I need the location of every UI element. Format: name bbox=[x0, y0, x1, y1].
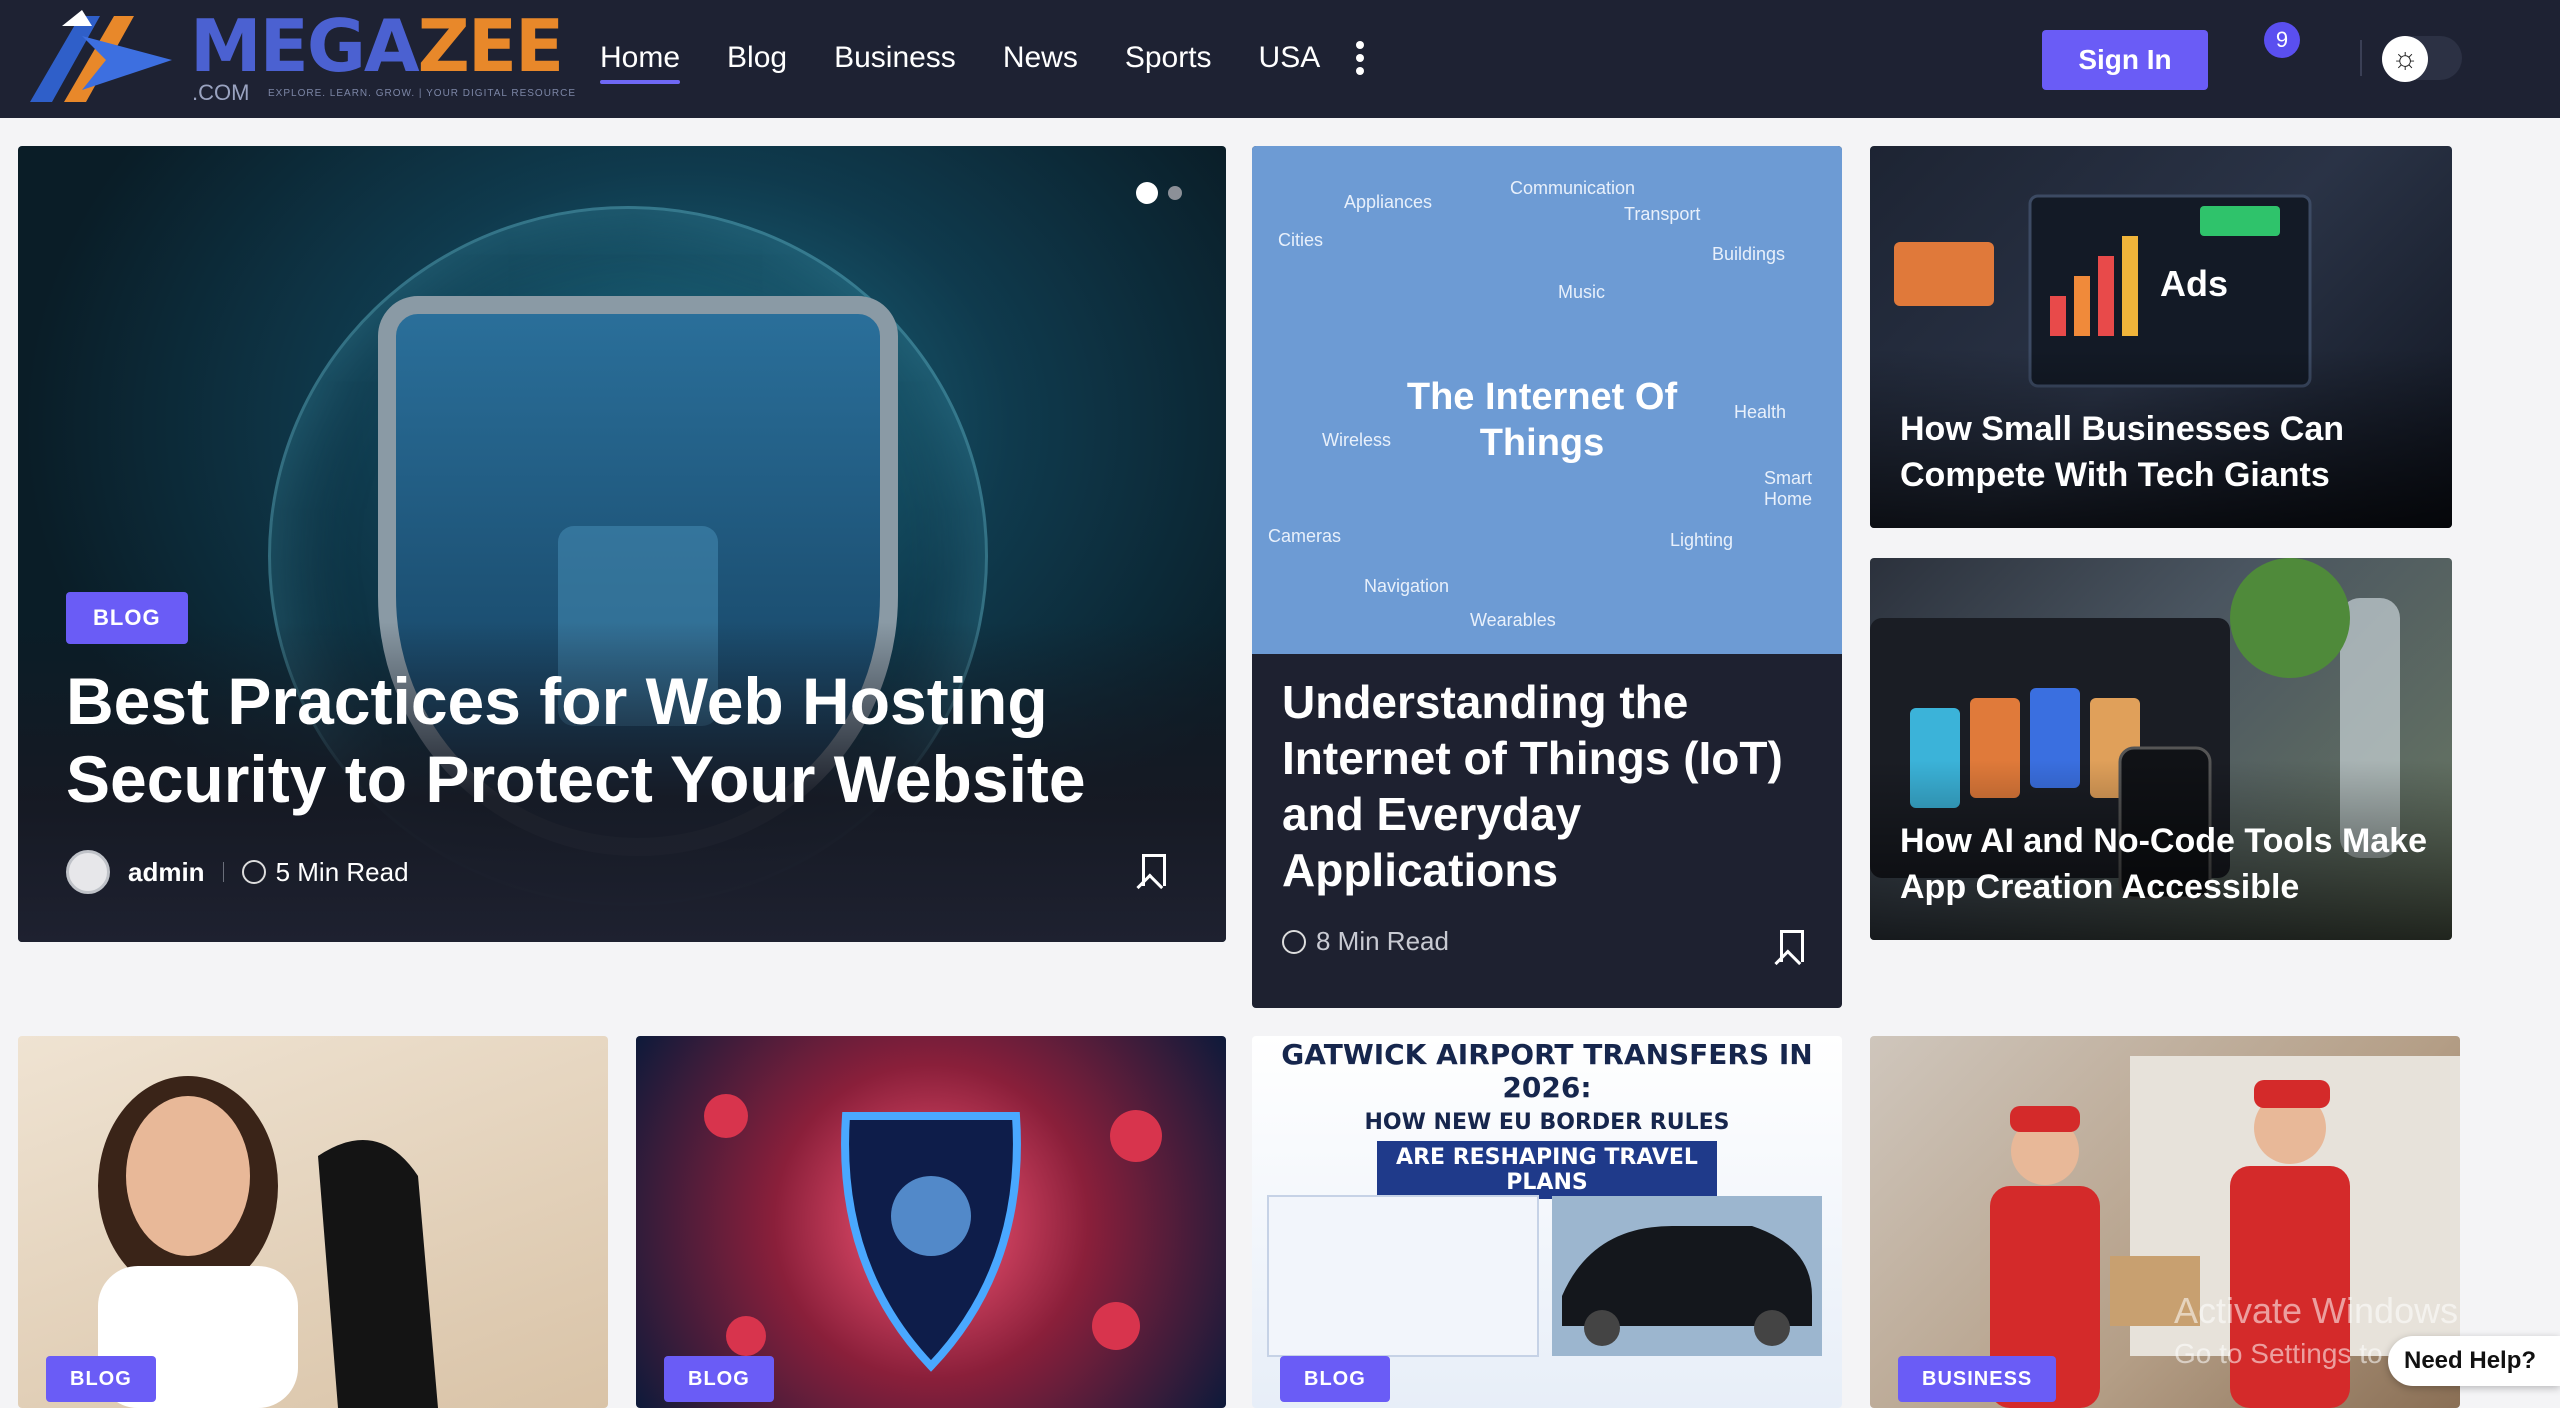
article-card-bottom-2[interactable]: BLOG bbox=[636, 1036, 1226, 1408]
immune-shield-illustration bbox=[704, 1094, 1162, 1372]
slider-dot[interactable] bbox=[1168, 186, 1182, 200]
article-card-bottom-1[interactable]: BLOG bbox=[18, 1036, 608, 1408]
article-title[interactable]: How Small Businesses Can Compete With Te… bbox=[1900, 406, 2430, 498]
slider-dots bbox=[1136, 182, 1182, 204]
timer-icon bbox=[241, 860, 266, 884]
main-nav: Home Blog Business News Sports USA bbox=[600, 38, 1321, 84]
svg-text:Ads: Ads bbox=[2160, 263, 2228, 304]
author-name[interactable]: admin bbox=[128, 857, 205, 888]
site-header: MEGAZEE .COM EXPLORE. LEARN. GROW. | YOU… bbox=[0, 0, 2560, 118]
need-help-button[interactable]: Need Help? bbox=[2388, 1336, 2560, 1386]
category-badge[interactable]: BLOG bbox=[66, 592, 188, 644]
iot-image-title: The Internet Of Things bbox=[1406, 376, 1678, 464]
nav-item-sports[interactable]: Sports bbox=[1125, 38, 1212, 78]
site-logo[interactable]: MEGAZEE .COM EXPLORE. LEARN. GROW. | YOU… bbox=[22, 6, 575, 112]
article-title[interactable]: Understanding the Internet of Things (Io… bbox=[1282, 674, 1822, 898]
nav-item-news[interactable]: News bbox=[1003, 38, 1078, 78]
category-badge[interactable]: BLOG bbox=[664, 1356, 774, 1402]
notification-badge[interactable]: 9 bbox=[2264, 22, 2300, 58]
slider-dot-active[interactable] bbox=[1136, 182, 1158, 204]
article-meta: 8 Min Read bbox=[1282, 926, 1449, 957]
nav-item-blog[interactable]: Blog bbox=[727, 38, 787, 78]
more-vertical-icon[interactable] bbox=[1350, 38, 1370, 80]
article-card-small-business[interactable]: Ads How Small Businesses Can Compete Wit… bbox=[1870, 146, 2452, 528]
article-card-bottom-3[interactable]: GATWICK AIRPORT TRANSFERS IN 2026: HOW N… bbox=[1252, 1036, 1842, 1408]
car-illustration bbox=[1267, 1195, 1822, 1357]
timer-icon bbox=[1282, 929, 1306, 954]
bookmark-icon[interactable] bbox=[1142, 854, 1166, 886]
hero-title[interactable]: Best Practices for Web Hosting Security … bbox=[66, 662, 1186, 818]
logo-tagline: EXPLORE. LEARN. GROW. | YOUR DIGITAL RES… bbox=[268, 88, 577, 99]
activate-windows-title: Activate Windows bbox=[2174, 1290, 2459, 1331]
nav-item-home[interactable]: Home bbox=[600, 38, 681, 84]
sun-icon: ☼ bbox=[2382, 36, 2428, 82]
article-title[interactable]: How AI and No-Code Tools Make App Creati… bbox=[1900, 818, 2430, 910]
category-badge[interactable]: BLOG bbox=[46, 1356, 156, 1402]
article-card-iot[interactable]: Appliances Communication Transport Citie… bbox=[1252, 146, 1842, 1008]
logo-wordmark: MEGAZEE bbox=[190, 4, 564, 88]
logo-mark-icon bbox=[30, 10, 172, 102]
nav-item-usa[interactable]: USA bbox=[1259, 38, 1321, 78]
category-badge[interactable]: BLOG bbox=[1280, 1356, 1390, 1402]
read-time: 8 Min Read bbox=[1316, 926, 1449, 956]
bookmark-icon[interactable] bbox=[1780, 930, 1804, 962]
article-card-ai-no-code[interactable]: How AI and No-Code Tools Make App Creati… bbox=[1870, 558, 2452, 940]
hero-meta: admin 5 Min Read bbox=[66, 850, 409, 894]
hero-card[interactable]: BLOG Best Practices for Web Hosting Secu… bbox=[18, 146, 1226, 942]
iot-image: Appliances Communication Transport Citie… bbox=[1252, 146, 1842, 654]
avatar[interactable] bbox=[66, 850, 110, 894]
category-badge[interactable]: BUSINESS bbox=[1898, 1356, 2057, 1402]
theme-toggle[interactable]: ☼ bbox=[2382, 36, 2462, 82]
header-divider bbox=[2360, 40, 2362, 76]
nav-item-business[interactable]: Business bbox=[834, 38, 956, 78]
woman-hair-illustration bbox=[98, 1076, 438, 1408]
sign-in-button[interactable]: Sign In bbox=[2042, 30, 2208, 90]
read-time: 5 Min Read bbox=[275, 856, 409, 887]
logo-domain-suffix: .COM bbox=[192, 80, 250, 105]
